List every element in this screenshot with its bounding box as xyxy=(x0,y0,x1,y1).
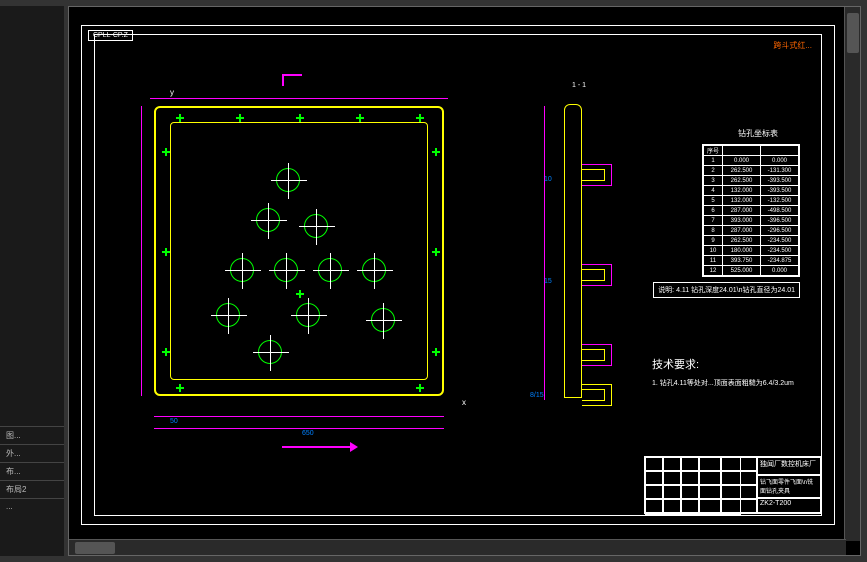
tech-requirements: 技术要求: 1. 钻孔4.11等处对...顶面表面粗糙为6.4/3.2um xyxy=(652,356,794,388)
filename-label: CPLL-CP.Z xyxy=(88,30,133,41)
mark-cross xyxy=(356,114,364,122)
mark-cross xyxy=(176,384,184,392)
arrow-head-icon xyxy=(350,442,358,452)
mark-cross xyxy=(432,348,440,356)
layer-sidebar: 图... 外... 布... 布局2 ... xyxy=(0,6,64,556)
dim-text-2: 650 xyxy=(302,430,314,437)
hole-circle xyxy=(274,258,298,282)
hole-circle xyxy=(304,214,328,238)
drawing-number: ZK2-T200 xyxy=(757,497,821,513)
side-view xyxy=(564,104,582,398)
section-marker-top-left xyxy=(282,74,302,86)
mark-cross xyxy=(416,114,424,122)
sidebar-item-3[interactable]: 布... xyxy=(0,462,64,480)
table-row: 10180.000-234.500 xyxy=(703,246,798,256)
mark-cross xyxy=(162,348,170,356)
table-row: 9262.500-234.500 xyxy=(703,236,798,246)
dim-line-b2 xyxy=(154,428,444,429)
part-name: 钻飞面零件飞面\n铣面钻孔夹具 xyxy=(757,475,821,499)
logo: 跨斗式红... xyxy=(773,40,812,51)
hole-circle xyxy=(230,258,254,282)
sidebar-item-2[interactable]: 外... xyxy=(0,444,64,462)
table-row: 4132.000-393.500 xyxy=(703,186,798,196)
coord-note: 说明: 4.11 钻孔深度24.01\n钻孔直径为24.01 xyxy=(653,282,800,298)
title-block: 独闻厂数控机床厂 钻飞面零件飞面\n铣面钻孔夹具 ZK2-T200 xyxy=(644,456,822,514)
table-row: 7393.000-396.500 xyxy=(703,216,798,226)
table-row: 10.0000.000 xyxy=(703,156,798,166)
side-slot xyxy=(582,164,612,186)
hole-circle xyxy=(362,258,386,282)
mark-cross xyxy=(162,148,170,156)
side-dim-text: 8/15 xyxy=(530,392,544,399)
drawing-canvas[interactable]: CPLL-CP.Z 跨斗式红... y x 1 - 1 xyxy=(68,6,861,556)
dim-line-b1 xyxy=(154,416,444,417)
tech-req-title: 技术要求: xyxy=(652,356,794,372)
table-row: 6287.000-498.500 xyxy=(703,206,798,216)
section-label: 1 - 1 xyxy=(572,82,586,89)
table-row: 8287.000-296.500 xyxy=(703,226,798,236)
coord-table-title: 钻孔坐标表 xyxy=(738,128,778,139)
outer-frame: CPLL-CP.Z 跨斗式红... y x 1 - 1 xyxy=(81,25,835,525)
mark-cross xyxy=(432,148,440,156)
mark-cross xyxy=(236,114,244,122)
mark-cross xyxy=(296,114,304,122)
table-row: 3262.500-393.500 xyxy=(703,176,798,186)
mark-cross xyxy=(176,114,184,122)
mark-cross xyxy=(162,248,170,256)
hole-circle xyxy=(296,303,320,327)
table-row: 12525.0000.000 xyxy=(703,266,798,276)
dim-text-1: 50 xyxy=(170,418,178,425)
section-arrow-bottom xyxy=(282,446,352,448)
tech-req-line: 1. 钻孔4.11等处对...顶面表面粗糙为6.4/3.2um xyxy=(652,378,794,388)
y-axis-label: y xyxy=(170,88,174,97)
table-row: 11393.750-234.875 xyxy=(703,256,798,266)
side-label-1: 10 xyxy=(544,176,552,183)
company-name: 独闻厂数控机床厂 xyxy=(757,457,821,475)
plate-inner-line xyxy=(170,122,428,380)
hole-circle xyxy=(318,258,342,282)
vertical-scrollbar[interactable] xyxy=(844,7,860,541)
side-slot xyxy=(582,344,612,366)
horizontal-scrollbar[interactable] xyxy=(69,539,846,555)
sidebar-item-4[interactable]: 布局2 xyxy=(0,480,64,498)
center-mark xyxy=(296,290,304,298)
hole-circle xyxy=(216,303,240,327)
mark-cross xyxy=(432,248,440,256)
mark-cross xyxy=(416,384,424,392)
table-row: 5132.000-132.500 xyxy=(703,196,798,206)
hole-circle xyxy=(371,308,395,332)
side-slot xyxy=(582,264,612,286)
hole-circle xyxy=(256,208,280,232)
sidebar-item-5[interactable]: ... xyxy=(0,498,64,514)
hole-circle xyxy=(258,340,282,364)
dim-line-top xyxy=(150,98,448,99)
dim-line-left xyxy=(141,106,142,396)
side-slot xyxy=(582,384,612,406)
table-row: 2262.500-131.300 xyxy=(703,166,798,176)
sidebar-item-1[interactable]: 图... xyxy=(0,426,64,444)
coord-table: 序号 10.0000.000 2262.500-131.300 3262.500… xyxy=(702,144,800,277)
x-axis-label: x xyxy=(462,398,466,407)
table-header: 序号 xyxy=(703,146,798,156)
side-body xyxy=(564,104,582,398)
main-plate xyxy=(154,106,444,396)
hole-circle xyxy=(276,168,300,192)
side-label-2: 15 xyxy=(544,278,552,285)
side-dim-v xyxy=(544,106,545,400)
